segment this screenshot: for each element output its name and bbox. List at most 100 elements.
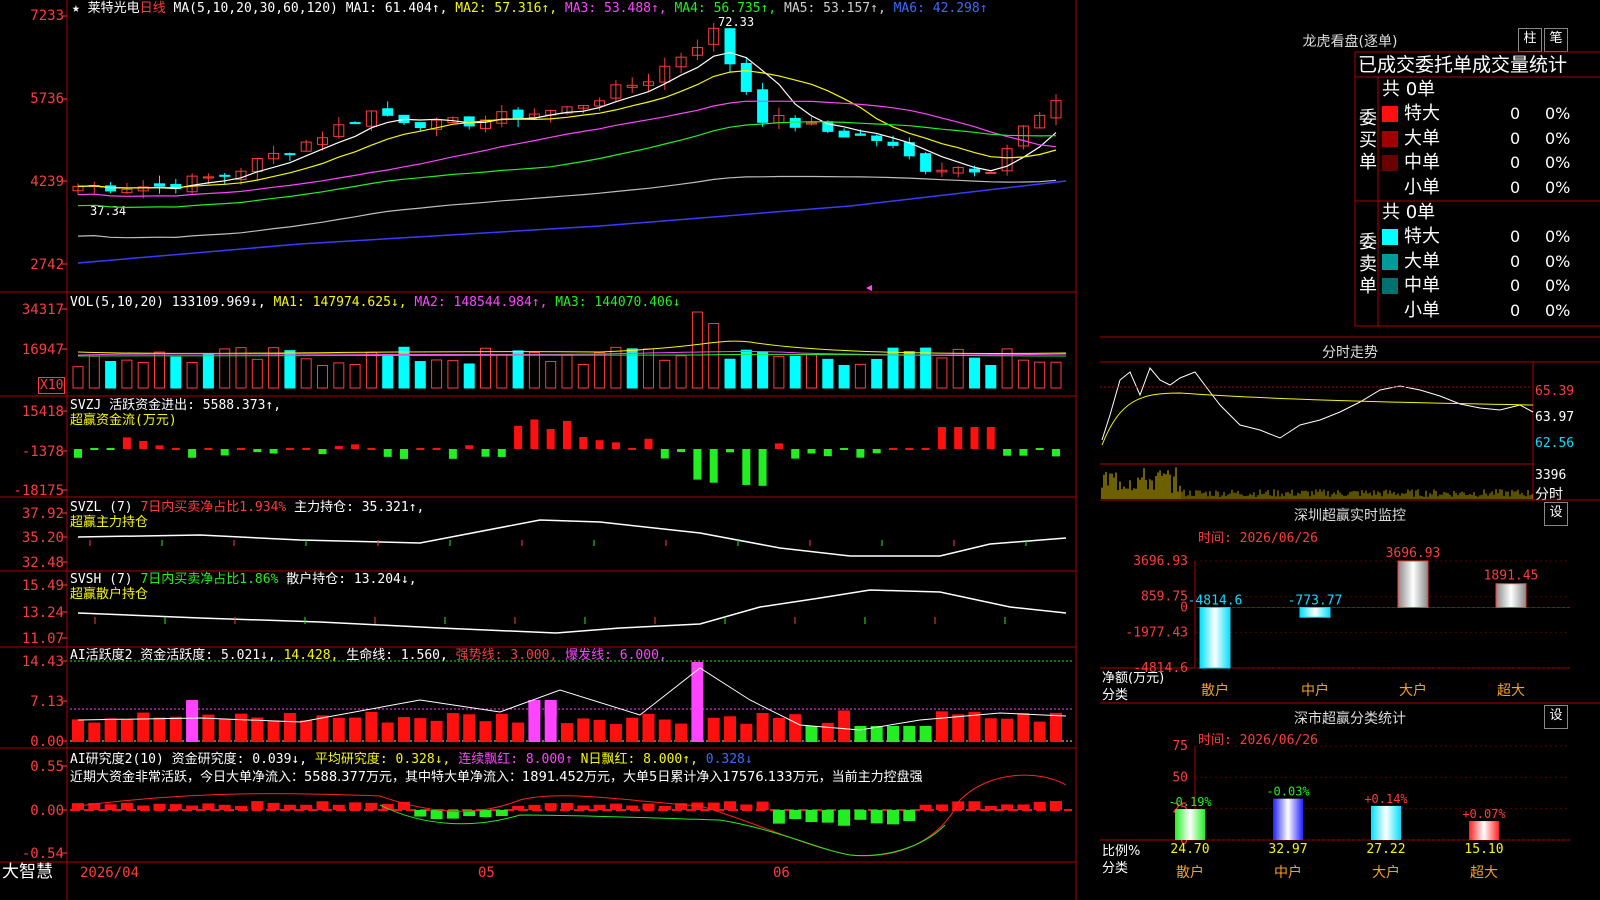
activity-bar	[235, 713, 247, 742]
research-bar	[316, 801, 329, 810]
flow-bar	[383, 449, 392, 457]
activity-bar	[137, 712, 150, 742]
main-chart-canvas[interactable]	[0, 0, 1100, 900]
candlestick	[463, 116, 475, 127]
volume-bar	[1034, 361, 1046, 389]
research-bar	[349, 802, 362, 810]
activity-bar	[463, 714, 476, 742]
research-bar	[984, 805, 997, 810]
volume-bar	[219, 348, 231, 389]
monitor-bar	[1299, 606, 1331, 618]
volume-bar	[528, 352, 540, 389]
monitor-value-label: -4814.6	[1188, 593, 1243, 608]
activity-bar	[153, 717, 166, 742]
research-bar	[772, 810, 785, 824]
research-bar	[104, 804, 117, 810]
monitor-category-label: 中户	[1301, 682, 1329, 699]
volume-bar	[414, 361, 426, 389]
activity-bar	[984, 718, 997, 742]
volume-bar	[447, 360, 459, 389]
class-value-label: 15.10	[1464, 842, 1503, 857]
candlestick	[382, 108, 394, 116]
flow-bar	[253, 449, 262, 453]
flow-bar	[432, 448, 441, 450]
flow-bar	[367, 448, 376, 450]
activity-bar	[349, 717, 362, 742]
volume-bar	[822, 358, 834, 389]
activity-bar	[593, 720, 606, 742]
monitor-bar	[1397, 560, 1429, 608]
flow-bar	[905, 448, 914, 450]
class-axis-label: 75	[1172, 739, 1188, 754]
research-bar	[235, 805, 247, 810]
flow-bar	[889, 448, 897, 450]
class-change-label: +0.14%	[1364, 792, 1408, 806]
flow-bar	[660, 449, 669, 459]
class-change-label: -0.19%	[1168, 795, 1212, 809]
monitor-axis-label: -1977.43	[1125, 625, 1188, 640]
activity-bar-cap	[186, 700, 199, 716]
flow-bar	[921, 448, 930, 450]
flow-bar	[823, 449, 832, 457]
research-bar	[740, 804, 753, 810]
activity-bar	[104, 718, 117, 742]
flow-bar	[546, 428, 555, 449]
activity-bar	[968, 711, 981, 742]
volume-bar	[1050, 361, 1062, 389]
volume-bar	[170, 356, 182, 389]
volume-bar	[757, 351, 769, 389]
activity-bar	[495, 713, 508, 742]
flow-bar	[595, 440, 604, 449]
activity-bar	[854, 726, 867, 742]
volume-bar	[154, 351, 165, 389]
volume-bar	[594, 352, 606, 389]
flow-bar	[351, 444, 360, 449]
research-bar	[919, 804, 932, 810]
volume-bar	[740, 349, 752, 389]
volume-bar	[251, 358, 263, 389]
volume-bar	[317, 364, 328, 389]
class-value-label: 24.70	[1170, 842, 1209, 857]
activity-bar	[479, 721, 492, 742]
activity-bar-cap	[528, 700, 541, 716]
research-bar	[430, 810, 443, 819]
activity-bar	[267, 720, 280, 742]
flow-bar	[840, 448, 849, 450]
candlestick	[757, 89, 769, 123]
research-bar	[218, 804, 231, 810]
volume-bar	[496, 353, 508, 389]
activity-bar	[642, 713, 655, 742]
activity-bar	[903, 726, 916, 742]
research-bar	[805, 810, 818, 823]
research-bar	[365, 802, 378, 810]
class-category-label: 超大	[1470, 865, 1498, 881]
activity-bar	[88, 722, 101, 742]
activity-bar	[1001, 718, 1014, 742]
candlestick	[838, 130, 850, 138]
monitor-value-label: 3696.93	[1386, 546, 1441, 561]
volume-bar	[708, 323, 720, 389]
flow-bar	[285, 448, 294, 450]
activity-bar	[789, 714, 802, 742]
activity-bar	[675, 723, 688, 742]
flow-bar	[742, 449, 751, 485]
side-chart-canvas: 3696.93859.750-1977.43-4814.6-4814.6散户-7…	[1100, 51, 1600, 881]
research-bar	[137, 805, 150, 810]
activity-bar	[724, 716, 736, 742]
volume-bar	[903, 351, 915, 389]
volume-bar	[512, 350, 524, 389]
research-bar	[153, 803, 166, 810]
volume-bar	[186, 362, 198, 389]
monitor-value-label: -773.77	[1288, 593, 1343, 608]
candlestick	[219, 174, 231, 177]
activity-bar	[398, 717, 410, 742]
ma120-line	[77, 180, 1067, 264]
flow-bar	[514, 425, 523, 449]
flow-bar	[237, 448, 245, 450]
research-bar	[968, 801, 981, 810]
volume-bar	[936, 357, 948, 389]
activity-bar-cap	[544, 700, 557, 716]
activity-bar	[218, 718, 231, 742]
main-chart-area: ★ 莱特光电日线 MA(5,10,20,30,60,120) MA1: 61.4…	[0, 0, 1100, 900]
research-bar	[300, 804, 313, 810]
